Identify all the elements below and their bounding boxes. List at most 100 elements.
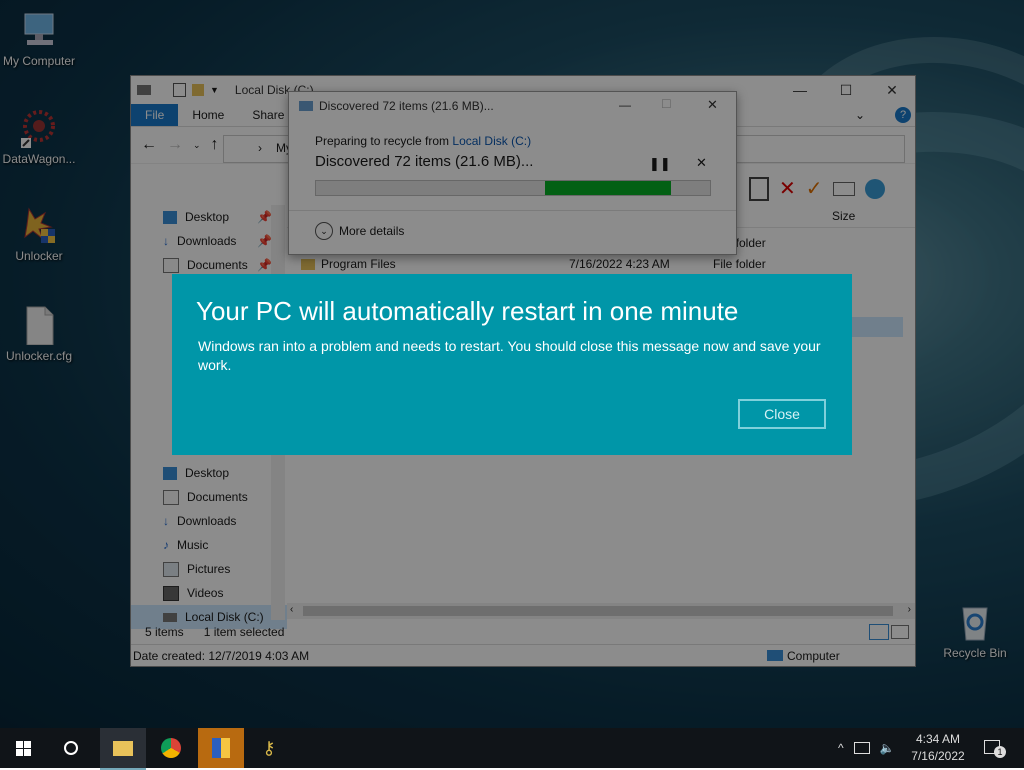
source-link[interactable]: Local Disk (C:) <box>452 134 531 148</box>
nav-label: Music <box>177 538 209 552</box>
network-icon[interactable] <box>853 742 870 754</box>
desktop-icon-label: Unlocker <box>15 249 63 263</box>
nav-label: Downloads <box>177 234 237 248</box>
nav-label: Downloads <box>177 514 237 528</box>
volume-icon[interactable]: 🔈 <box>880 741 895 755</box>
search-button[interactable] <box>48 728 94 768</box>
pin-icon[interactable]: 📌 <box>257 258 272 272</box>
computer-icon <box>19 10 59 50</box>
drive-icon <box>137 85 151 95</box>
desktop-icon-recycle-bin[interactable]: Recycle Bin <box>932 602 1018 660</box>
horizontal-scrollbar[interactable]: ‹ › <box>287 603 915 619</box>
back-arrow-icon[interactable]: ← <box>141 136 157 154</box>
pictures-icon <box>163 561 179 577</box>
delete-x-icon[interactable]: ✕ <box>779 176 796 201</box>
checkmark-icon[interactable]: ✓ <box>806 176 823 201</box>
restart-message: Windows ran into a problem and needs to … <box>198 338 821 373</box>
properties-icon[interactable] <box>173 83 186 97</box>
desktop-icon-label: Recycle Bin <box>943 646 1007 660</box>
chevron-down-icon[interactable]: ▼ <box>210 85 219 95</box>
more-details-label: More details <box>339 224 405 238</box>
nav-label: Desktop <box>185 210 230 224</box>
forward-arrow-icon[interactable]: → <box>167 136 183 154</box>
nav-item-videos[interactable]: Videos <box>131 581 223 605</box>
file-name: Program Files <box>321 257 396 271</box>
action-center-button[interactable]: 1 <box>982 738 1006 758</box>
large-icons-view-icon[interactable] <box>891 625 909 639</box>
search-icon <box>64 741 78 755</box>
globe-icon[interactable] <box>864 178 885 199</box>
desktop-icon-unlocker[interactable]: Unlocker <box>0 205 82 263</box>
nav-item-pictures[interactable]: Pictures <box>131 557 230 581</box>
nav-item-music[interactable]: ♪ Music <box>131 533 208 557</box>
desktop-icon-label: DataWagon... <box>2 152 76 166</box>
nav-label: Documents <box>187 258 248 272</box>
help-icon[interactable]: ? <box>895 107 911 123</box>
recycle-progress-dialog[interactable]: Discovered 72 items (21.6 MB)... — ☐ ✕ P… <box>288 91 737 255</box>
taskbar-file-explorer[interactable] <box>100 728 146 770</box>
preparing-prefix: Preparing to recycle from <box>315 134 453 148</box>
pin-icon[interactable]: 📌 <box>257 210 272 224</box>
tab-home[interactable]: Home <box>178 104 238 126</box>
scrollbar-thumb[interactable] <box>303 606 893 616</box>
nav-label: Videos <box>187 586 224 600</box>
toolbar-icons: ✕ ✓ <box>749 176 885 201</box>
desktop-icon-unlocker-cfg[interactable]: Unlocker.cfg <box>0 305 82 363</box>
column-size[interactable]: Size <box>832 209 855 223</box>
scroll-left-icon[interactable]: ‹ <box>290 604 293 615</box>
windows-logo-icon <box>15 740 31 756</box>
rename-icon[interactable] <box>832 181 855 196</box>
document-icon <box>163 489 179 505</box>
details-bar: Date created: 12/7/2019 4:03 AM Computer <box>131 644 915 666</box>
taskbar-chrome[interactable] <box>148 728 194 768</box>
details-view-icon[interactable] <box>869 624 889 640</box>
desktop-icon-my-computer[interactable]: My Computer <box>0 10 82 68</box>
taskbar-keys-app[interactable]: ⚷ <box>246 728 292 768</box>
tab-file[interactable]: File <box>131 104 179 126</box>
status-bar: 5 items 1 item selected <box>131 621 915 643</box>
scroll-right-icon[interactable]: › <box>908 604 911 615</box>
copy-progress-icon <box>299 101 313 111</box>
item-count: 5 items <box>145 625 184 639</box>
clock[interactable]: 4:34 AM 7/16/2022 <box>908 731 968 765</box>
chevron-down-icon[interactable]: ⌄ <box>855 108 865 122</box>
recent-locations-icon[interactable]: ⌄ <box>193 140 201 151</box>
chrome-icon <box>161 738 181 758</box>
progress-bar <box>315 180 711 196</box>
taskbar-unlocker[interactable] <box>198 728 244 768</box>
pin-icon[interactable]: 📌 <box>257 234 272 248</box>
nav-label: Pictures <box>187 562 231 576</box>
start-button[interactable] <box>0 728 46 768</box>
more-details-toggle[interactable]: ⌄ More details <box>315 222 404 240</box>
minimize-icon[interactable]: — <box>619 98 631 112</box>
nav-item-desktop-pc[interactable]: Desktop <box>131 461 229 485</box>
file-row[interactable]: Program Files 7/16/2022 4:23 AM File fol… <box>301 254 901 274</box>
chevron-up-icon[interactable]: ^ <box>838 741 844 755</box>
taskbar: ⚷ ^ 🔈 4:34 AM 7/16/2022 1 <box>0 728 1024 770</box>
minimize-icon[interactable]: — <box>777 76 823 104</box>
desktop-icon <box>163 466 177 480</box>
computer-icon <box>767 650 783 661</box>
clipboard-icon[interactable] <box>749 176 769 201</box>
maximize-icon[interactable]: ☐ <box>823 76 869 104</box>
nav-item-documents-pc[interactable]: Documents <box>131 485 248 509</box>
close-icon[interactable]: ✕ <box>707 97 718 113</box>
download-arrow-icon: ↓ <box>163 234 169 248</box>
close-icon[interactable]: ✕ <box>869 76 915 104</box>
nav-item-downloads-pc[interactable]: ↓ Downloads <box>131 509 236 533</box>
address-chevron-icon: › <box>258 141 262 155</box>
clock-time: 4:34 AM <box>915 732 961 746</box>
dialog-titlebar[interactable]: Discovered 72 items (21.6 MB)... — ☐ ✕ <box>289 92 736 120</box>
up-arrow-icon[interactable]: ↑ <box>211 136 219 154</box>
new-folder-icon[interactable] <box>192 84 204 96</box>
download-arrow-icon: ↓ <box>163 514 169 528</box>
desktop-icon-datawagon[interactable]: DataWagon... <box>0 108 82 166</box>
nav-item-desktop[interactable]: Desktop 📌 <box>131 205 272 229</box>
desktop-icon-label: Unlocker.cfg <box>5 349 73 363</box>
cancel-x-icon[interactable]: ✕ <box>696 155 707 171</box>
pause-icon[interactable]: ❚❚ <box>649 156 671 172</box>
file-type: File folder <box>713 257 766 271</box>
keys-icon: ⚷ <box>262 737 276 758</box>
nav-item-downloads[interactable]: ↓ Downloads 📌 <box>131 229 272 253</box>
close-button[interactable]: Close <box>738 399 826 429</box>
